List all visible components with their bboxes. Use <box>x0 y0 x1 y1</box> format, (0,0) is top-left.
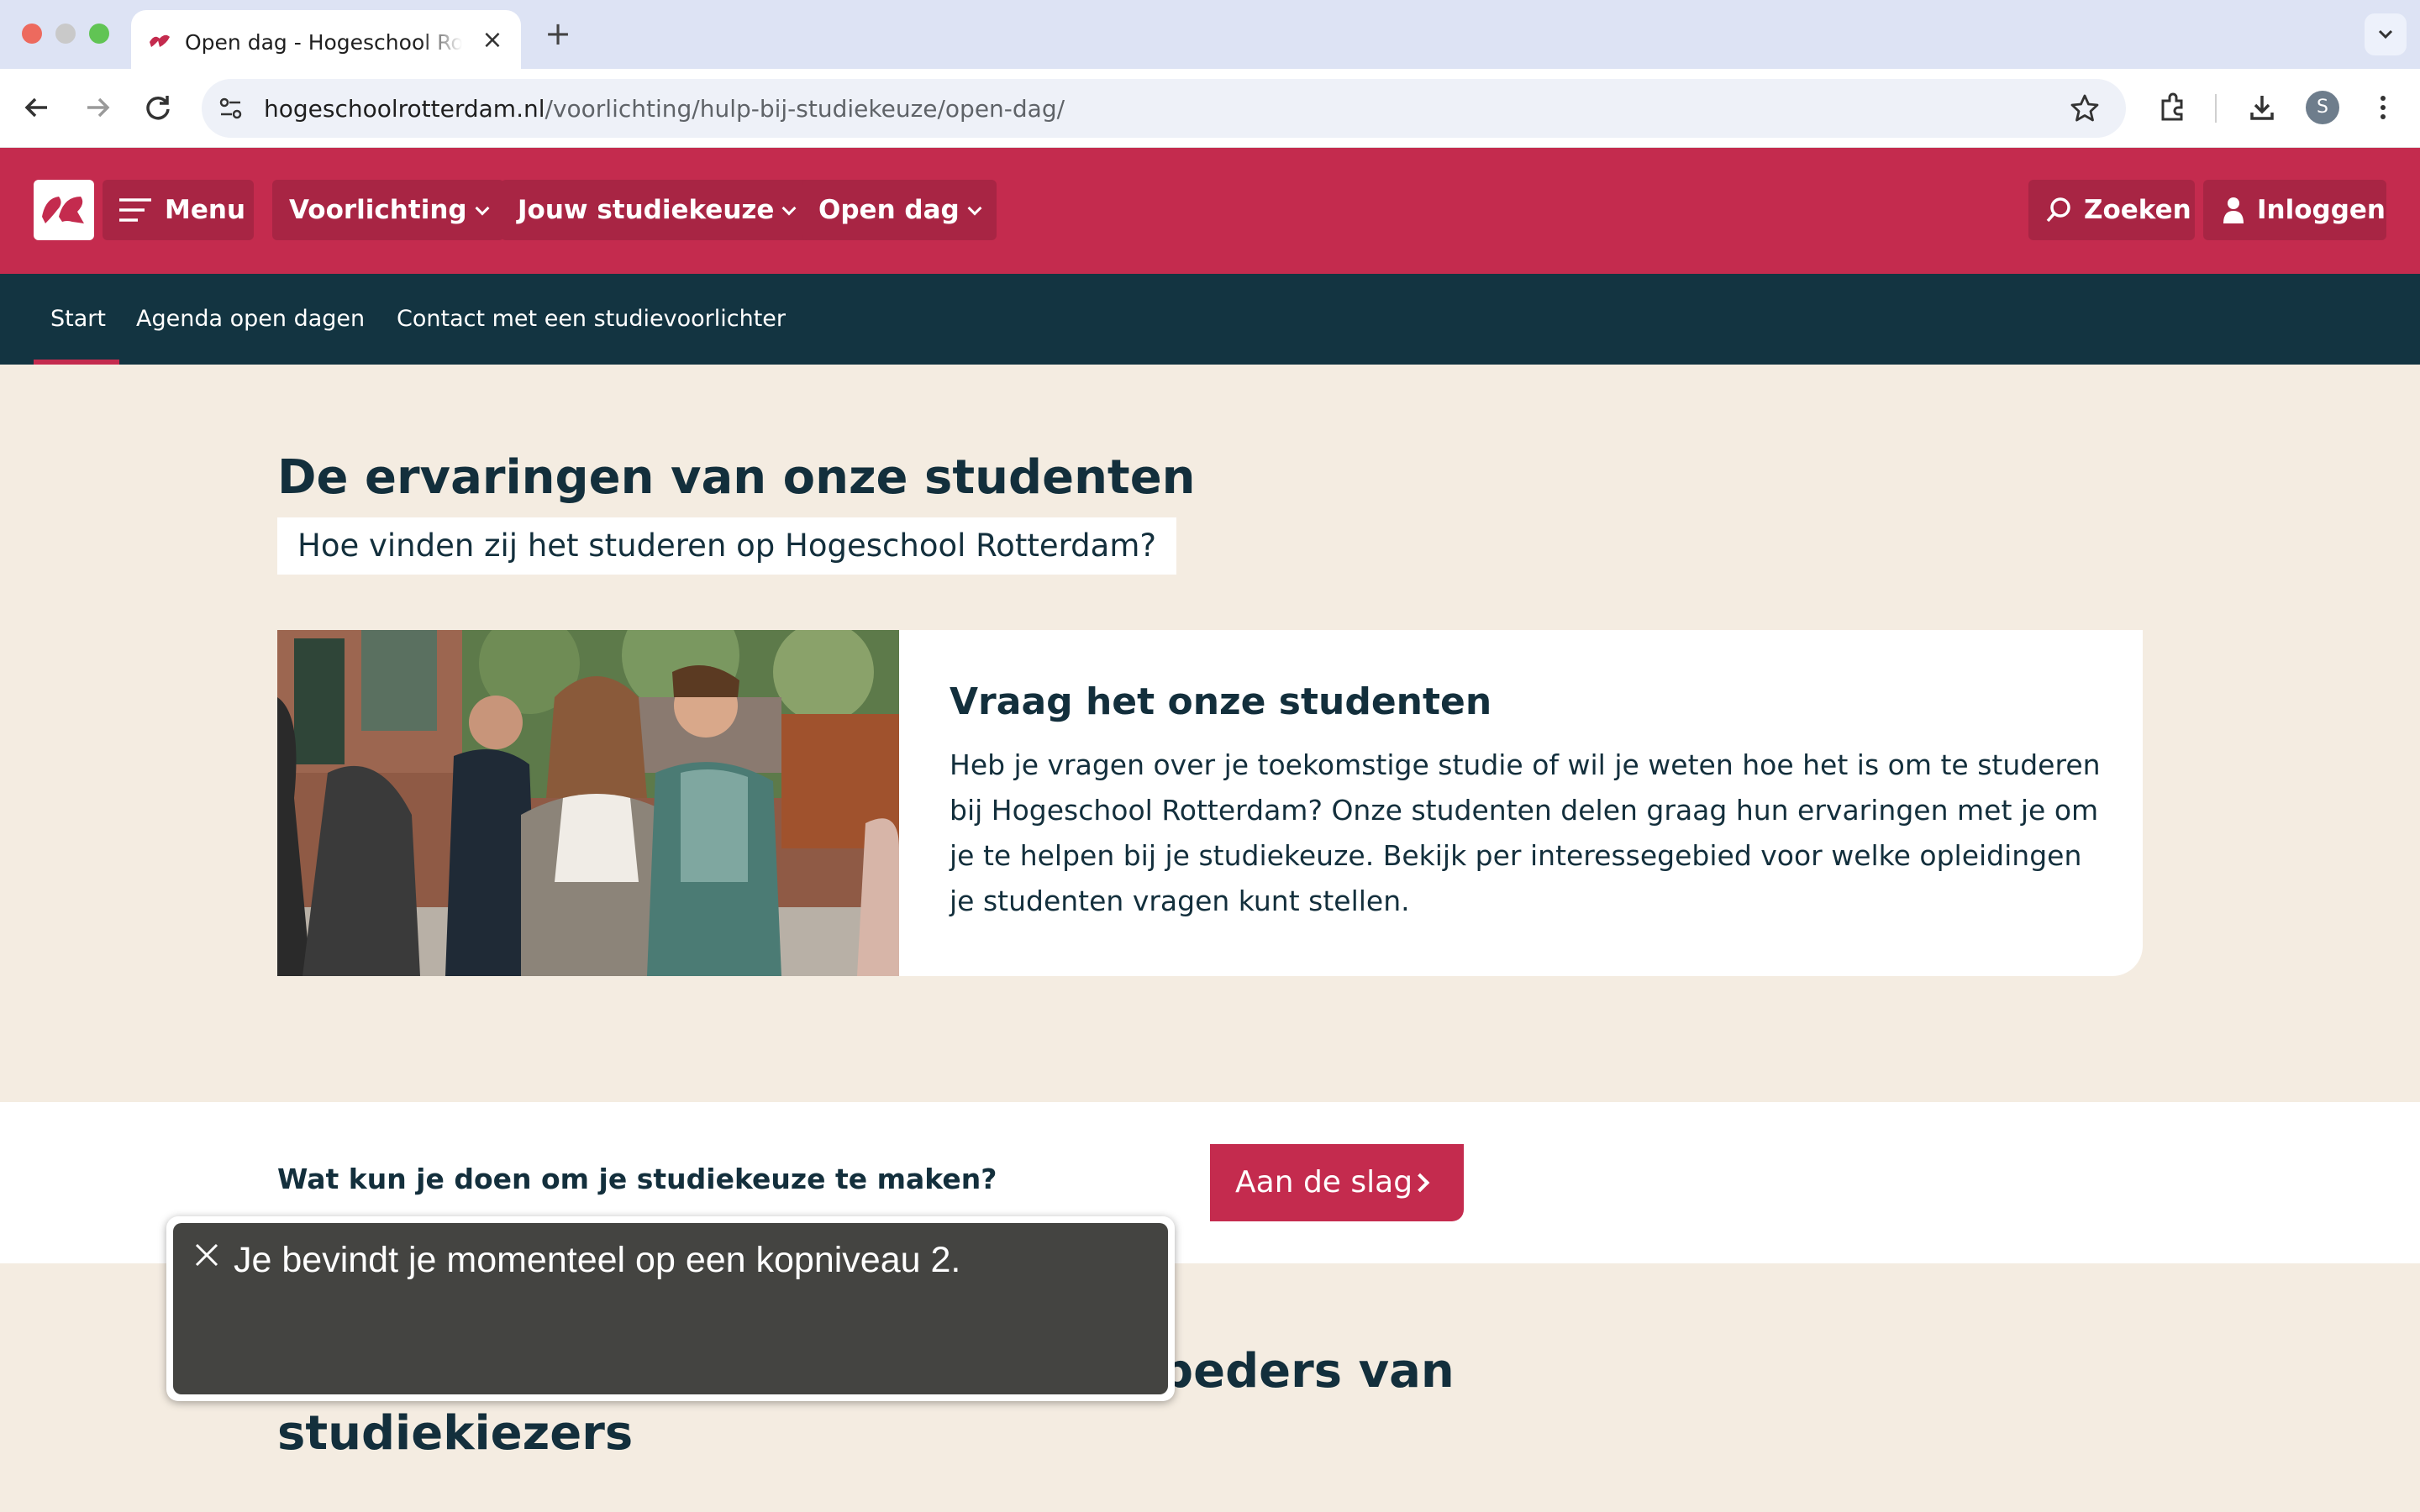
card-title: Vraag het onze studenten <box>950 680 1492 723</box>
forward-arrow-icon[interactable] <box>77 87 118 128</box>
cta-question: Wat kun je doen om je studiekeuze te mak… <box>277 1163 997 1195</box>
hr-logo[interactable] <box>34 180 94 240</box>
chevron-right-icon <box>1410 1173 1430 1193</box>
students-photo <box>277 630 899 976</box>
browser-tab-active[interactable]: Open dag - Hogeschool Rotterdam × <box>131 10 521 69</box>
back-arrow-icon[interactable] <box>17 87 57 128</box>
chevron-down-icon <box>781 201 797 216</box>
nav-voorlichting-label: Voorlichting <box>289 195 467 225</box>
hr-logo-icon <box>42 197 84 223</box>
section-title: De ervaringen van onze studenten <box>277 450 1196 505</box>
card-text: Heb je vragen over je toekomstige studie… <box>950 748 2101 917</box>
tab-title: Open dag - Hogeschool Rotterdam <box>185 30 462 55</box>
site-header: Menu Voorlichting Jouw studiekeuze Open … <box>0 148 2420 274</box>
profile-avatar[interactable]: S <box>2306 91 2339 124</box>
address-bar[interactable]: hogeschoolrotterdam.nl/voorlichting/hulp… <box>202 79 2126 138</box>
chevron-down-icon <box>475 201 490 216</box>
url-path: /voorlichting/hulp-bij-studiekeuze/open-… <box>544 95 1065 123</box>
nav-jouw-studiekeuze-label: Jouw studiekeuze <box>518 195 775 225</box>
nav-voorlichting[interactable]: Voorlichting <box>272 180 504 240</box>
search-label: Zoeken <box>2084 195 2191 225</box>
aan-de-slag-button[interactable]: Aan de slag <box>1210 1144 1464 1221</box>
toolbar-separator <box>2215 94 2217 123</box>
subnav-item-agenda[interactable]: Agenda open dagen <box>136 306 365 332</box>
nav-open-dag[interactable]: Open dag <box>802 180 997 240</box>
more-vertical-icon[interactable] <box>2363 87 2403 128</box>
voiceover-caption-panel: Je bevindt je momenteel op een kopniveau… <box>166 1216 1175 1401</box>
close-icon[interactable] <box>193 1242 220 1268</box>
hamburger-icon <box>119 198 151 222</box>
nav-open-dag-label: Open dag <box>818 195 960 225</box>
search-icon <box>2046 197 2070 223</box>
browser-tabstrip: Open dag - Hogeschool Rotterdam × + <box>0 0 2420 69</box>
bookmark-star-icon[interactable] <box>2069 92 2101 124</box>
chevron-down-icon <box>967 201 982 216</box>
window-minimize-button[interactable] <box>55 24 76 44</box>
menu-label: Menu <box>165 195 246 225</box>
subnav-item-start[interactable]: Start <box>50 306 106 332</box>
window-zoom-button[interactable] <box>89 24 109 44</box>
login-label: Inloggen <box>2257 195 2386 225</box>
download-icon[interactable] <box>2242 87 2282 128</box>
section-subtitle: Hoe vinden zij het studeren op Hogeschoo… <box>277 517 1176 575</box>
chevron-down-icon <box>2378 29 2393 39</box>
browser-toolbar: hogeschoolrotterdam.nl/voorlichting/hulp… <box>0 69 2420 148</box>
new-tab-icon[interactable]: + <box>541 17 575 50</box>
window-close-button[interactable] <box>22 24 42 44</box>
url-text: hogeschoolrotterdam.nl/voorlichting/hulp… <box>264 95 1065 123</box>
voiceover-caption-inner: Je bevindt je momenteel op een kopniveau… <box>173 1223 1168 1394</box>
extensions-puzzle-icon[interactable] <box>2153 87 2193 128</box>
nav-jouw-studiekeuze[interactable]: Jouw studiekeuze <box>501 180 812 240</box>
url-host: hogeschoolrotterdam.nl <box>264 95 545 123</box>
students-card: Vraag het onze studenten Heb je vragen o… <box>277 630 2143 976</box>
tab-search-button[interactable] <box>2365 13 2407 55</box>
hr-favicon-icon <box>150 34 170 47</box>
user-icon <box>2223 197 2244 223</box>
search-button[interactable]: Zoeken <box>2028 180 2195 240</box>
login-button[interactable]: Inloggen <box>2203 180 2386 240</box>
voiceover-caption-text: Je bevindt je momenteel op een kopniveau… <box>234 1240 961 1280</box>
tab-close-icon[interactable]: × <box>479 27 506 54</box>
subnav-item-contact[interactable]: Contact met een studievoorlichter <box>397 306 786 332</box>
site-settings-icon[interactable] <box>217 94 245 123</box>
reload-icon[interactable] <box>138 87 178 128</box>
menu-button[interactable]: Menu <box>103 180 254 240</box>
sub-navigation: Start Agenda open dagen Contact met een … <box>0 274 2420 365</box>
active-tab-indicator <box>34 360 119 365</box>
aan-de-slag-label: Aan de slag <box>1235 1165 1413 1200</box>
